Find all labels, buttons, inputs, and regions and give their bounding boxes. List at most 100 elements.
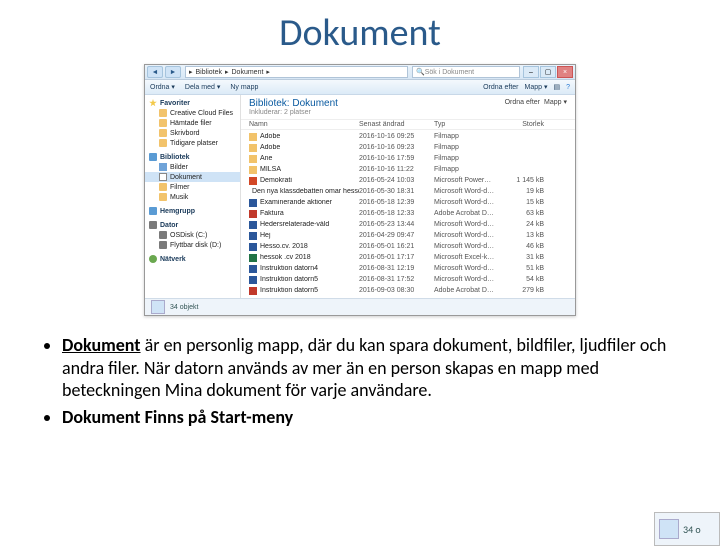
back-button[interactable]: ◄ — [147, 66, 163, 78]
file-icon — [249, 276, 257, 284]
folder-icon — [159, 183, 167, 191]
view-icon[interactable]: ▤ — [553, 83, 560, 91]
file-row[interactable]: Demokrati2016-05-24 10:03Microsoft Power… — [241, 175, 575, 186]
sidebar-network[interactable]: Nätverk — [145, 254, 240, 264]
file-name: hessok .cv 2018 — [260, 254, 311, 261]
file-row[interactable]: Adobe 2016-10-16 09:23Filmapp — [241, 142, 575, 153]
file-row[interactable]: Instruktion datorn52016-08-31 17:52Micro… — [241, 274, 575, 285]
sidebar-item[interactable]: Bilder — [145, 162, 240, 172]
file-type: Filmapp — [434, 166, 504, 173]
sort-value[interactable]: Mapp ▾ — [525, 83, 548, 91]
folder-icon — [159, 129, 167, 137]
file-name: Instruktion datorn5 — [260, 276, 318, 283]
file-row[interactable]: hessok .cv 20182016-05-01 17:17Microsoft… — [241, 252, 575, 263]
homegroup-icon — [149, 207, 157, 215]
file-date: 2016-05-18 12:39 — [359, 199, 434, 206]
file-row[interactable]: Examinerande aktioner2016-05-18 12:39Mic… — [241, 197, 575, 208]
new-folder-button[interactable]: Ny mapp — [230, 84, 258, 91]
file-row[interactable]: Hej2016-04-29 09:47Microsoft Word-d…13 k… — [241, 230, 575, 241]
file-type: Microsoft Word-d… — [434, 232, 504, 239]
file-date: 2016-05-23 13:44 — [359, 221, 434, 228]
bullet-item: Dokument Finns på Start-meny — [62, 406, 680, 429]
file-date: 2016-09-03 08:30 — [359, 287, 434, 294]
sidebar-item[interactable]: OSDisk (C:) — [145, 230, 240, 240]
file-row[interactable]: MILSA2016-10-16 11:22Filmapp — [241, 164, 575, 175]
file-size: 13 kB — [504, 232, 544, 239]
folder-icon — [159, 119, 167, 127]
file-type: Filmapp — [434, 133, 504, 140]
sidebar-computer[interactable]: Dator — [145, 220, 240, 230]
file-name: Ane — [260, 155, 272, 162]
col-date[interactable]: Senast ändrad — [359, 121, 434, 128]
col-name[interactable]: Namn — [249, 121, 359, 128]
file-icon — [249, 144, 257, 152]
file-icon — [249, 232, 257, 240]
sidebar-item[interactable]: Musik — [145, 192, 240, 202]
file-size: 63 kB — [504, 210, 544, 217]
file-type: Adobe Acrobat D… — [434, 210, 504, 217]
column-headers[interactable]: Namn Senast ändrad Typ Storlek — [241, 120, 575, 130]
organize-menu[interactable]: Ordna ▾ — [150, 83, 175, 91]
minimize-button[interactable]: – — [523, 66, 539, 78]
sidebar-libraries[interactable]: Bibliotek — [145, 152, 240, 162]
sidebar-item-documents[interactable]: Dokument — [145, 172, 240, 182]
sort-label: Ordna efter — [483, 84, 518, 91]
search-input[interactable]: 🔍 Sök i Dokument — [412, 66, 520, 78]
sort-label: Ordna efter — [505, 99, 540, 106]
sidebar-item[interactable]: Tidigare platser — [145, 138, 240, 148]
file-row[interactable]: Hedersrelaterade-våld2016-05-23 13:44Mic… — [241, 219, 575, 230]
forward-button[interactable]: ► — [165, 66, 181, 78]
col-type[interactable]: Typ — [434, 121, 504, 128]
sidebar-item[interactable]: Hämtade filer — [145, 118, 240, 128]
file-type: Microsoft Word-d… — [434, 265, 504, 272]
file-list: Adobe2016-10-16 09:25FilmappAdobe2016-10… — [241, 130, 575, 298]
close-button[interactable]: × — [557, 66, 573, 78]
file-type: Filmapp — [434, 144, 504, 151]
maximize-button[interactable]: ▢ — [540, 66, 556, 78]
sidebar-favorites[interactable]: Favoriter — [145, 98, 240, 108]
file-row[interactable]: Ane2016-10-16 17:59Filmapp — [241, 153, 575, 164]
file-row[interactable]: Adobe2016-10-16 09:25Filmapp — [241, 131, 575, 142]
sidebar-item[interactable]: Skrivbord — [145, 128, 240, 138]
star-icon — [149, 99, 157, 107]
sidebar-item[interactable]: Flyttbar disk (D:) — [145, 240, 240, 250]
file-icon — [249, 199, 257, 207]
file-name: Instruktion datorn4 — [260, 265, 318, 272]
file-row[interactable]: Den nya klassdebatten omar hesso a015a20… — [241, 186, 575, 197]
file-name: Hej — [260, 232, 271, 239]
file-type: Microsoft Word-d… — [434, 221, 504, 228]
file-date: 2016-10-16 09:23 — [359, 144, 434, 151]
main-pane: Ordna efter Mapp ▾ Bibliotek: Dokument I… — [241, 95, 575, 298]
file-row[interactable]: Instruktion datorn42016-08-31 12:19Micro… — [241, 263, 575, 274]
network-icon — [149, 255, 157, 263]
library-subtitle: Inkluderar: 2 platser — [249, 109, 567, 116]
sidebar-item[interactable]: Filmer — [145, 182, 240, 192]
sidebar-homegroup[interactable]: Hemgrupp — [145, 206, 240, 216]
file-name: Adobe — [260, 144, 280, 151]
file-icon — [249, 133, 257, 141]
file-row[interactable]: Hesso.cv. 20182016-05-01 16:21Microsoft … — [241, 241, 575, 252]
folder-icon — [159, 193, 167, 201]
file-date: 2016-10-16 17:59 — [359, 155, 434, 162]
file-name: Examinerande aktioner — [260, 199, 332, 206]
sort-menu[interactable]: Mapp ▾ — [544, 98, 567, 106]
file-name: MILSA — [260, 166, 281, 173]
corner-label: 34 o — [683, 523, 701, 536]
library-icon — [149, 153, 157, 161]
file-row[interactable]: Instruktion datorn52016-09-03 08:30Adobe… — [241, 285, 575, 296]
file-icon — [249, 166, 257, 174]
file-date: 2016-10-16 09:25 — [359, 133, 434, 140]
status-count: 34 objekt — [170, 304, 198, 311]
share-menu[interactable]: Dela med ▾ — [185, 83, 220, 91]
toolbar: Ordna ▾ Dela med ▾ Ny mapp Ordna efter M… — [145, 80, 575, 95]
folder-icon — [159, 109, 167, 117]
slide-title: Dokument — [0, 10, 720, 56]
file-row[interactable]: Faktura2016-05-18 12:33Adobe Acrobat D…6… — [241, 208, 575, 219]
drive-icon — [159, 231, 167, 239]
help-icon[interactable]: ? — [566, 84, 570, 91]
file-icon — [249, 265, 257, 273]
breadcrumb[interactable]: ▸ Bibliotek ▸ Dokument ▸ — [185, 66, 408, 78]
col-size[interactable]: Storlek — [504, 121, 544, 128]
file-size: 19 kB — [504, 188, 544, 195]
sidebar-item[interactable]: Creative Cloud Files — [145, 108, 240, 118]
